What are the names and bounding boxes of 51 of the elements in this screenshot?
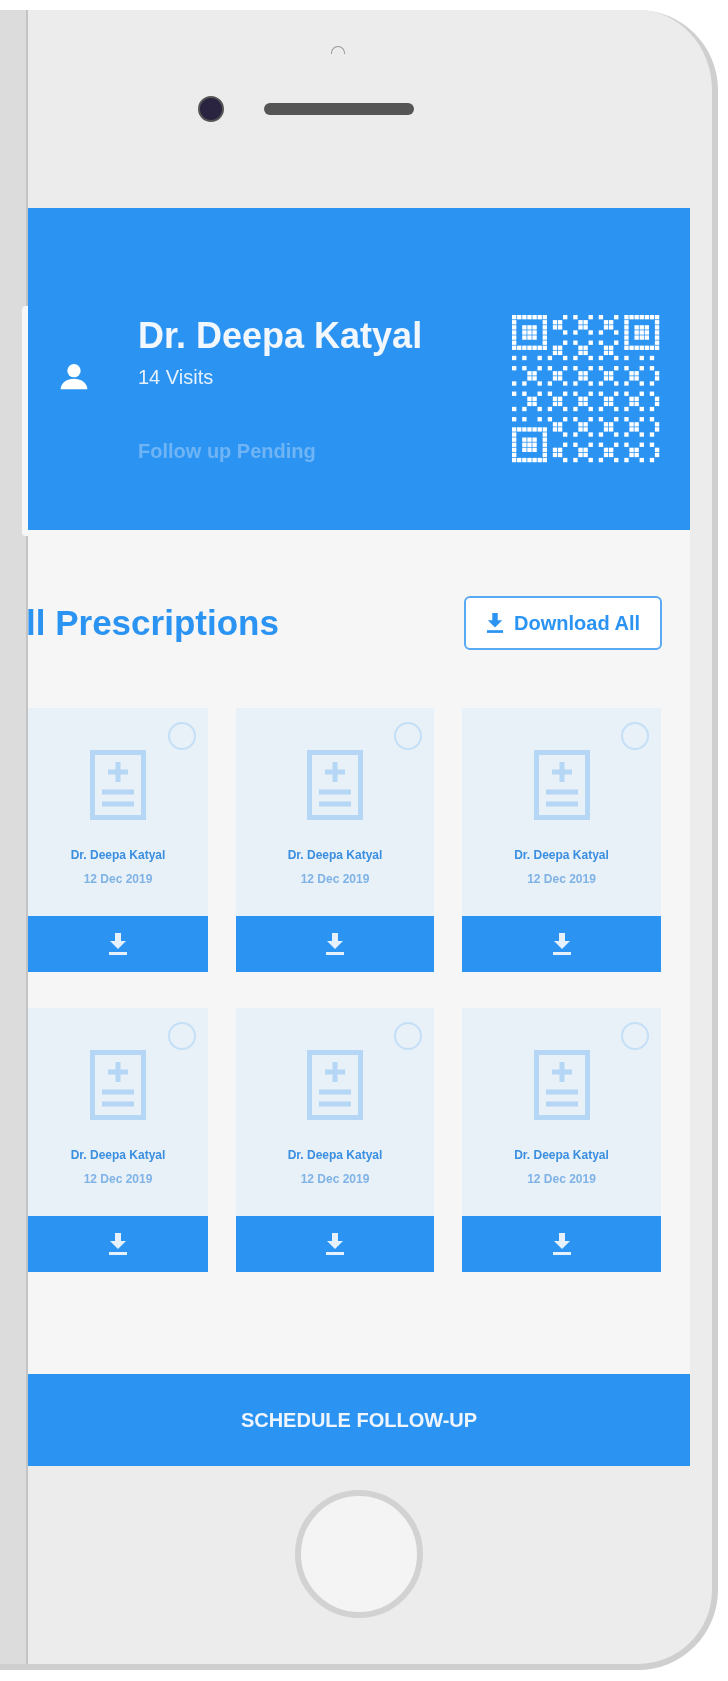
document-plus-icon [307,750,363,820]
doctor-name: Dr. Deepa Katyal [514,1147,609,1164]
doctor-name: Dr. Deepa Katyal [70,1147,166,1164]
doctor-title: Dr. Deepa Katyal [138,313,424,358]
prescription-card[interactable]: Dr. Deepa Katyal 12 Dec 2019 [236,708,434,972]
download-button[interactable] [28,916,208,972]
prescription-date: 12 Dec 2019 [83,871,153,888]
section-title: ll Prescriptions [26,601,279,644]
select-radio[interactable] [621,1022,649,1050]
prescription-card[interactable]: Dr. Deepa Katyal 12 Dec 2019 [462,1008,661,1272]
download-button[interactable] [462,1216,661,1272]
qr-code-icon [512,315,660,463]
download-button[interactable] [28,1216,208,1272]
download-icon [108,933,128,955]
select-radio[interactable] [621,722,649,750]
prescription-date: 12 Dec 2019 [83,1171,153,1188]
download-icon [551,933,572,955]
download-icon [486,613,505,633]
prescription-card[interactable]: Dr. Deepa Katyal 12 Dec 2019 [462,708,661,972]
follow-up-status: Follow up Pending [138,438,317,464]
select-radio[interactable] [168,722,196,750]
doctor-name: Dr. Deepa Katyal [514,847,609,864]
document-plus-icon [533,750,590,820]
download-icon [551,1233,572,1255]
download-icon [325,1233,345,1255]
select-radio[interactable] [168,1022,196,1050]
select-radio[interactable] [394,722,422,750]
doctor-name: Dr. Deepa Katyal [287,847,383,864]
schedule-follow-up-button[interactable]: SCHEDULE FOLLOW-UP [28,1374,690,1466]
download-button[interactable] [236,1216,434,1272]
document-plus-icon [90,750,146,820]
prescription-card[interactable]: Dr. Deepa Katyal 12 Dec 2019 [28,708,208,972]
download-all-button[interactable]: Download All [464,596,662,650]
download-icon [108,1233,128,1255]
visit-count: 14 Visits [138,364,215,390]
camera-icon [198,96,224,122]
download-icon [325,933,345,955]
document-plus-icon [90,1050,146,1120]
download-button[interactable] [462,916,661,972]
prescription-date: 12 Dec 2019 [300,1171,370,1188]
prescription-date: 12 Dec 2019 [527,871,596,888]
prescription-date: 12 Dec 2019 [527,1171,596,1188]
select-radio[interactable] [394,1022,422,1050]
prescription-date: 12 Dec 2019 [300,871,370,888]
doctor-name: Dr. Deepa Katyal [70,847,166,864]
document-plus-icon [307,1050,363,1120]
doctor-name: Dr. Deepa Katyal [287,1147,383,1164]
document-plus-icon [533,1050,590,1120]
download-button[interactable] [236,916,434,972]
prescription-card[interactable]: Dr. Deepa Katyal 12 Dec 2019 [28,1008,208,1272]
prescription-card[interactable]: Dr. Deepa Katyal 12 Dec 2019 [236,1008,434,1272]
